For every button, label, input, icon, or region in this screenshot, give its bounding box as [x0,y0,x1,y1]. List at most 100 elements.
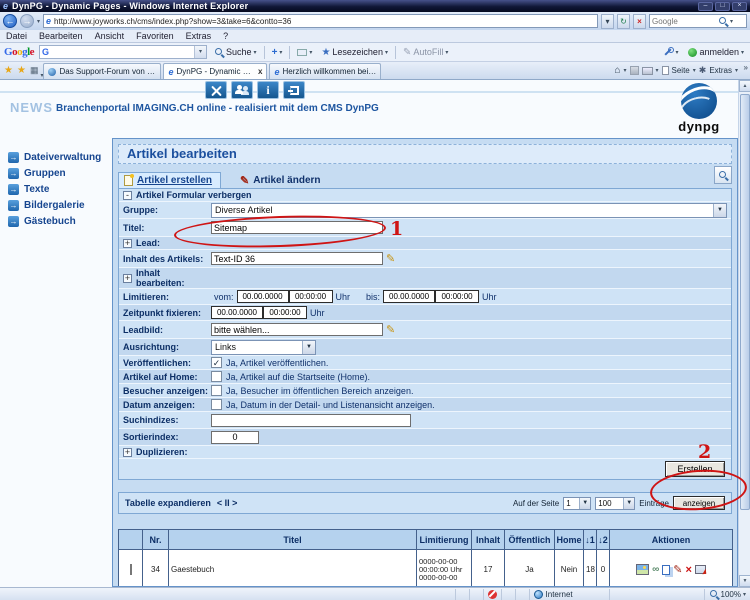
page-select[interactable]: 1 ▼ [563,496,592,510]
search-dropdown-icon[interactable]: ▾ [730,18,733,25]
suchindizes-input[interactable] [211,413,411,427]
google-autofill-button[interactable]: ✎ AutoFill ▾ [401,46,450,59]
collapse-icon[interactable]: - [123,190,132,200]
forward-button[interactable]: → [20,14,34,28]
google-search-combo[interactable]: G ▾ [39,45,208,59]
site-favicon-icon [48,67,57,76]
google-search-button[interactable]: Suche ▾ [212,46,259,59]
image-action-icon[interactable] [636,564,650,575]
link-action-icon[interactable]: ∞ [652,564,659,575]
nav-history-dropdown-icon[interactable]: ▾ [37,18,40,25]
leadbild-row: Leadbild: ✎ [119,321,731,339]
home-icon[interactable]: ⌂ [614,65,620,76]
expand-icon[interactable]: + [123,273,132,283]
erstellen-button[interactable]: Erstellen [665,461,725,477]
table-expand-pager[interactable]: < II > [217,498,238,508]
limit-von-zeit-input[interactable] [288,290,333,303]
vertical-scrollbar[interactable]: ▲ ▼ [738,80,750,587]
menu-extras[interactable]: Extras [186,31,212,41]
menu-ansicht[interactable]: Ansicht [95,31,125,41]
url-input[interactable] [54,16,595,26]
limit-bis-datum-input[interactable] [383,290,436,303]
google-send-button[interactable]: ▾ [295,48,314,57]
sidebar-item-dateiverwaltung[interactable]: → Dateiverwaltung [0,150,112,166]
toolbar-overflow-icon[interactable]: » [744,63,748,72]
minimize-button[interactable]: – [698,1,713,11]
print-icon[interactable] [641,66,653,75]
export-action-icon[interactable] [694,565,706,574]
google-plus-button[interactable]: + ▾ [270,46,285,59]
count-select[interactable]: 100 ▼ [595,496,636,510]
expand-icon[interactable]: + [123,447,132,457]
limit-von-datum-input[interactable] [236,290,289,303]
search-articles-button[interactable] [714,166,732,184]
stop-button[interactable]: × [633,13,646,29]
ausrichtung-select[interactable]: Links ▼ [211,339,316,355]
add-favorite-icon[interactable]: ★ [17,65,26,76]
veroeffentlichen-checkbox[interactable]: ✓ [211,357,222,368]
tools-button[interactable] [205,81,227,99]
zoom-dropdown-icon[interactable]: ▾ [743,591,746,598]
tab-artikel-erstellen[interactable]: Artikel erstellen [118,172,222,188]
menu-bearbeiten[interactable]: Bearbeiten [39,31,83,41]
scroll-up-icon[interactable]: ▲ [739,80,750,92]
expand-icon[interactable]: + [123,238,132,248]
google-signin-button[interactable]: anmelden ▾ [686,46,746,58]
home-checkbox[interactable] [211,371,222,382]
copy-action-icon[interactable] [662,564,671,575]
besucher-checkbox[interactable] [211,385,222,396]
quick-tabs-icon[interactable]: ▦ [30,65,39,76]
sidebar-item-bildergalerie[interactable]: → Bildergalerie [0,198,112,214]
users-button[interactable] [231,81,253,99]
search-icon[interactable] [718,16,728,27]
titel-input[interactable] [211,221,383,234]
browser-tab-support-forum[interactable]: Das Support-Forum von DynPG [43,63,162,79]
browser-tab-joyworks[interactable]: e Herzlich willkommen bei Joyw... [269,63,382,79]
datum-checkbox[interactable] [211,399,222,410]
edit-picker-icon[interactable]: ✎ [386,253,395,264]
internet-zone-icon [533,589,543,599]
scroll-down-icon[interactable]: ▼ [739,575,750,587]
anzeigen-button[interactable]: anzeigen [673,496,725,510]
row-checkbox[interactable] [129,564,132,575]
favorites-center-icon[interactable]: ★ [4,65,13,76]
gruppe-select[interactable]: Diverse Artikel ▼ [211,202,727,218]
info-button[interactable]: i [257,81,279,99]
edit-action-icon[interactable]: ✎ [673,564,682,575]
scrollbar-thumb[interactable] [740,94,750,510]
tab-close-icon[interactable]: x [258,67,262,76]
google-bookmarks-button[interactable]: ★ Lesezeichen ▾ [319,46,390,59]
delete-action-icon[interactable]: × [685,564,691,575]
sidebar-item-gaestebuch[interactable]: → Gästebuch [0,214,112,230]
browser-search-input[interactable] [652,16,716,26]
url-dropdown-button[interactable]: ▾ [601,13,614,29]
zoom-icon [709,589,719,600]
refresh-button[interactable]: ↻ [617,13,630,29]
sidebar-item-texte[interactable]: → Texte [0,182,112,198]
page-menu-button[interactable]: Seite [672,66,690,75]
sidebar-item-gruppen[interactable]: → Gruppen [0,166,112,182]
zeitpunkt-zeit-input[interactable] [263,306,307,319]
zeitpunkt-datum-input[interactable] [211,306,263,319]
rss-feed-icon[interactable] [629,66,639,75]
zoom-control[interactable]: 100% ▾ [705,589,750,600]
edit-picker-icon[interactable]: ✎ [386,324,395,335]
menu-favoriten[interactable]: Favoriten [136,31,174,41]
home-dropdown-icon[interactable]: ▾ [623,67,626,74]
print-dropdown-icon[interactable]: ▾ [656,67,659,74]
tab-artikel-aendern[interactable]: ✎ Artikel ändern [235,173,328,188]
logout-button[interactable] [283,81,305,99]
inhalt-input[interactable] [211,252,383,265]
google-search-dropdown-icon[interactable]: ▾ [194,46,207,58]
google-settings-button[interactable]: ▾ [661,46,680,58]
close-button[interactable]: × [732,1,747,11]
limit-bis-zeit-input[interactable] [435,290,480,303]
menu-hilfe[interactable]: ? [223,31,228,41]
menu-datei[interactable]: Datei [6,31,27,41]
browser-tab-dynpg-active[interactable]: e DynPG - Dynamic Pages x [163,63,268,79]
extras-menu-button[interactable]: Extras [709,66,732,75]
back-button[interactable]: ← [3,14,17,28]
sortierindex-input[interactable] [211,430,259,444]
maximize-button[interactable]: □ [715,1,730,11]
leadbild-input[interactable] [211,323,383,336]
